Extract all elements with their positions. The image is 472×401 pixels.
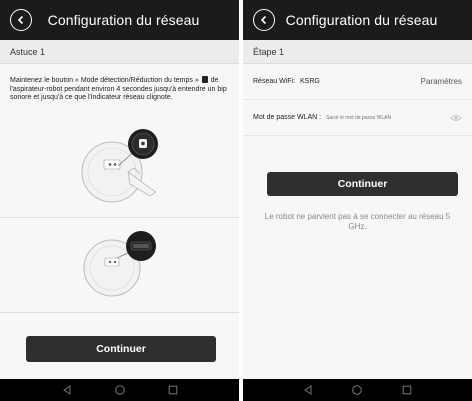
- phone-left: Configuration du réseau Astuce 1 Mainten…: [0, 0, 239, 401]
- page-title: Configuration du réseau: [47, 12, 200, 28]
- system-nav-bar: [0, 379, 239, 401]
- continue-button[interactable]: Continuer: [26, 336, 216, 362]
- app-bar: Configuration du réseau: [243, 0, 472, 40]
- wifi-value: KSRG: [300, 78, 320, 85]
- robot-button-illustration: [0, 120, 239, 216]
- nav-back-icon[interactable]: [60, 383, 74, 397]
- instruction-text: Maintenez le bouton « Mode détection/Réd…: [0, 64, 239, 103]
- instruction-part-1: Maintenez le bouton « Mode détection/Réd…: [10, 77, 199, 84]
- wifi-label: Réseau WiFi:: [253, 78, 296, 85]
- divider: [0, 312, 239, 313]
- back-icon[interactable]: [253, 9, 275, 31]
- password-label: Mot de passe WLAN :: [253, 114, 322, 121]
- nav-home-icon[interactable]: [350, 383, 364, 397]
- tip-header: Astuce 1: [0, 40, 239, 64]
- nav-home-icon[interactable]: [113, 383, 127, 397]
- screen-left: Configuration du réseau Astuce 1 Mainten…: [0, 0, 239, 379]
- app-bar: Configuration du réseau: [0, 0, 239, 40]
- nav-recent-icon[interactable]: [400, 383, 414, 397]
- password-input[interactable]: [326, 114, 437, 121]
- screen-right: Configuration du réseau Étape 1 Réseau W…: [243, 0, 472, 379]
- page-title: Configuration du réseau: [285, 12, 438, 28]
- nav-back-icon[interactable]: [301, 383, 315, 397]
- robot-indicator-illustration: [0, 218, 239, 310]
- button-glyph-icon: [201, 76, 208, 83]
- settings-link[interactable]: Paramètres: [421, 77, 462, 86]
- system-nav-bar: [243, 379, 472, 401]
- phone-right: Configuration du réseau Étape 1 Réseau W…: [243, 0, 472, 401]
- network-note: Le robot ne parvient pas à se connecter …: [264, 212, 451, 231]
- continue-button[interactable]: Continuer: [267, 172, 458, 196]
- eye-icon[interactable]: [450, 114, 462, 122]
- step-header: Étape 1: [243, 40, 472, 64]
- wifi-row: Réseau WiFi: KSRG Paramètres: [243, 64, 472, 100]
- password-row: Mot de passe WLAN :: [243, 100, 472, 136]
- back-icon[interactable]: [10, 9, 32, 31]
- nav-recent-icon[interactable]: [166, 383, 180, 397]
